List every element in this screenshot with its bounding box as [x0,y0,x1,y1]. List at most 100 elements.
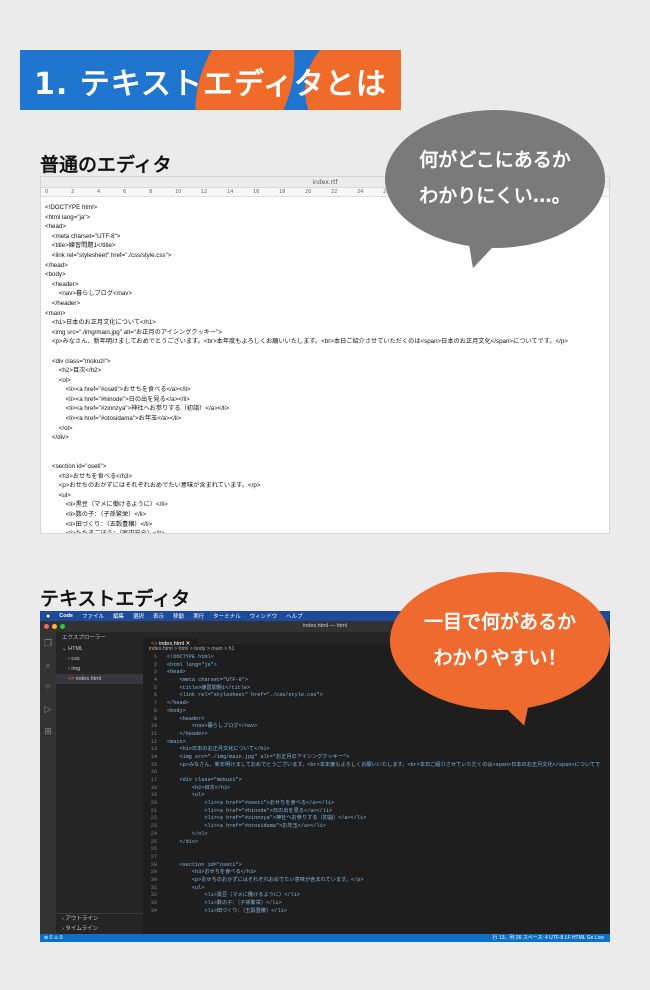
status-bar: ⊗ 0 ⚠ 0 行 13、列 26 スペース: 4 UTF-8 LF HTML … [40,934,610,942]
code-text: </head> [167,700,189,707]
close-window-icon[interactable] [44,624,49,629]
tree-folder-html[interactable]: ⌄ HTML [56,644,143,654]
extensions-icon[interactable]: ⊞ [43,726,53,736]
menu-item[interactable]: 表示 [153,612,164,620]
code-line[interactable]: 33 <li>数の子：（子孫繁栄）</li> [143,900,610,908]
text-line [45,443,609,453]
menu-item[interactable]: 選択 [133,612,144,620]
code-line[interactable]: 22 <li><a href="#zinnzya">神社へお参りする（初詣）</… [143,815,610,823]
code-line[interactable]: 15 <p>みなさん、新年明けましておめでとうございます。<br>本年度もよろし… [143,762,610,770]
plain-editor-heading: 普通のエディタ [40,154,172,176]
line-number: 1 [153,654,157,660]
bubble-text: 一目で何があるか わかりやすい！ [390,604,610,676]
text-line: <p>みなさん、新年明けましておめでとうございます。<br>本年度もよろしくお願… [45,338,568,346]
text-line: <li>田づくり：（五穀豊穣）</li> [45,520,153,528]
plain-editor-text: <!DOCTYPE html> <html lang="ja"> <head> <m… [41,197,609,533]
code-text: </div> [167,838,199,845]
line-number: 12 [150,738,157,745]
text-line: <main> [45,309,66,317]
line-number: 24 [150,830,157,837]
vscode-heading: テキストエディタ [40,588,191,610]
search-icon[interactable]: ⌕ [43,660,53,670]
text-line: <ol> [45,376,71,384]
line-number: 8 [153,707,157,714]
code-line[interactable]: 20 <li><a href="#oseti">おせちを食べる</a></li> [143,800,610,808]
menu-item[interactable]: ヘルプ [286,612,303,620]
tree-folder-css[interactable]: › css [56,654,143,664]
menu-item[interactable]: ターミナル [213,612,241,620]
line-number: 19 [150,792,157,799]
menu-item[interactable]: ファイル [82,612,104,620]
line-number: 32 [150,892,157,899]
code-text: <head> [167,669,186,676]
ruler-mark: 0 [45,189,49,195]
timeline-panel[interactable]: › タイムライン [56,924,143,934]
line-number: 5 [153,684,157,691]
text-line: <h2>目次</h2> [45,367,102,375]
line-number: 23 [150,823,157,830]
code-line[interactable]: 23 <li><a href="#otosidama">お年玉</a></li> [143,823,610,831]
minimize-window-icon[interactable] [52,624,57,629]
code-line[interactable]: 19 <ol> [143,792,610,800]
code-line[interactable]: 32 <li>黒豆（マメに働けるように）</li> [143,892,610,900]
code-text: <meta charset="UTF-8"> [167,677,248,684]
section-title: 1. テキストエディタとは [34,67,387,102]
code-line[interactable]: 10 <nav>暮らしブログ</nav> [143,723,610,731]
status-problems[interactable]: ⊗ 0 ⚠ 0 [44,935,62,941]
line-number: 13 [150,746,157,753]
bubble-line: 一目で何があるか [423,611,576,633]
window-controls [44,624,65,629]
line-number: 29 [150,869,157,876]
activity-bar: ❐ ⌕ ⑂ ▷ ⊞ [40,632,56,934]
code-line[interactable]: 24 </ol> [143,831,610,839]
code-line[interactable]: 13 <h1>日本のお正月文化について</h1> [143,746,610,754]
outline-panel[interactable]: › アウトライン [56,914,143,924]
status-right-items[interactable]: 行 13、列 26 スペース: 4 UTF-8 LF HTML Go Live [493,934,604,942]
code-text: <!DOCTYPE html> [167,654,214,660]
text-line: </div> [45,434,69,442]
source-control-icon[interactable]: ⑂ [43,682,53,692]
code-line[interactable]: 34 <li>田づくり：（五穀豊穣）</li> [143,908,610,916]
text-line: <img src="./img/main.jpg" alt="お正月のアイシング… [45,328,222,336]
code-line[interactable]: 17 <div class="mokuzi"> [143,777,610,785]
ruler-mark: 18 [279,189,286,195]
line-number: 10 [150,723,157,730]
code-text: <html lang="ja"> [167,661,217,668]
code-line[interactable]: 25 </div> [143,839,610,847]
text-line: <li><a href="#otosidama">お年玉</a></li> [45,415,182,423]
menu-item[interactable]: 実行 [193,612,204,620]
code-line[interactable]: 11 </header> [143,731,610,739]
run-debug-icon[interactable]: ▷ [43,704,53,714]
tree-folder-img[interactable]: › img [56,664,143,674]
code-line[interactable]: 26 [143,846,610,854]
menu-item[interactable]: 編集 [113,612,124,620]
code-line[interactable]: 29 <h3>おせちを食べる</h3> [143,869,610,877]
code-text: <li><a href="#otosidama">お年玉</a></li> [167,823,326,830]
line-number: 9 [153,715,157,722]
line-number: 15 [150,761,157,768]
code-text: <div class="mokuzi"> [167,777,242,783]
line-number: 26 [150,846,157,853]
code-line[interactable]: 27 [143,854,610,862]
line-number: 11 [150,730,157,737]
line-number: 6 [153,692,157,699]
line-number: 14 [150,753,157,760]
menu-item[interactable]: ウィンドウ [250,612,278,620]
menu-item[interactable]: Code [59,613,73,619]
code-line[interactable]: 14 <img src="./img/main.jpg" alt="お正月のアイ… [143,754,610,762]
explorer-sidebar: エクスプローラー ⌄ HTML › css › img <> index.htm… [56,632,143,934]
text-line: <li><a href="#hinode">日の出を見る</a></li> [45,395,190,403]
files-icon[interactable]: ❐ [43,638,53,648]
tree-file-index[interactable]: <> index.html [56,674,143,684]
line-number: 20 [150,800,157,807]
code-line[interactable]: 16 [143,769,610,777]
code-text: <li><a href="#zinnzya">神社へお参りする（初詣）</a><… [167,815,367,822]
line-number: 21 [150,807,157,814]
zoom-window-icon[interactable] [60,624,65,629]
code-line[interactable]: 18 <h2>目次</h2> [143,785,610,793]
text-line: <h3>おせちを食べる</h3> [45,472,133,480]
menu-item[interactable]: 移動 [173,612,184,620]
code-line[interactable]: 30 <p>おせちのおかずにはそれぞれおめでたい意味が含まれています。</p> [143,877,610,885]
text-line: <li>黒豆（マメに働けるように）</li> [45,501,168,509]
code-text: <li>黒豆（マメに働けるように）</li> [167,892,300,899]
